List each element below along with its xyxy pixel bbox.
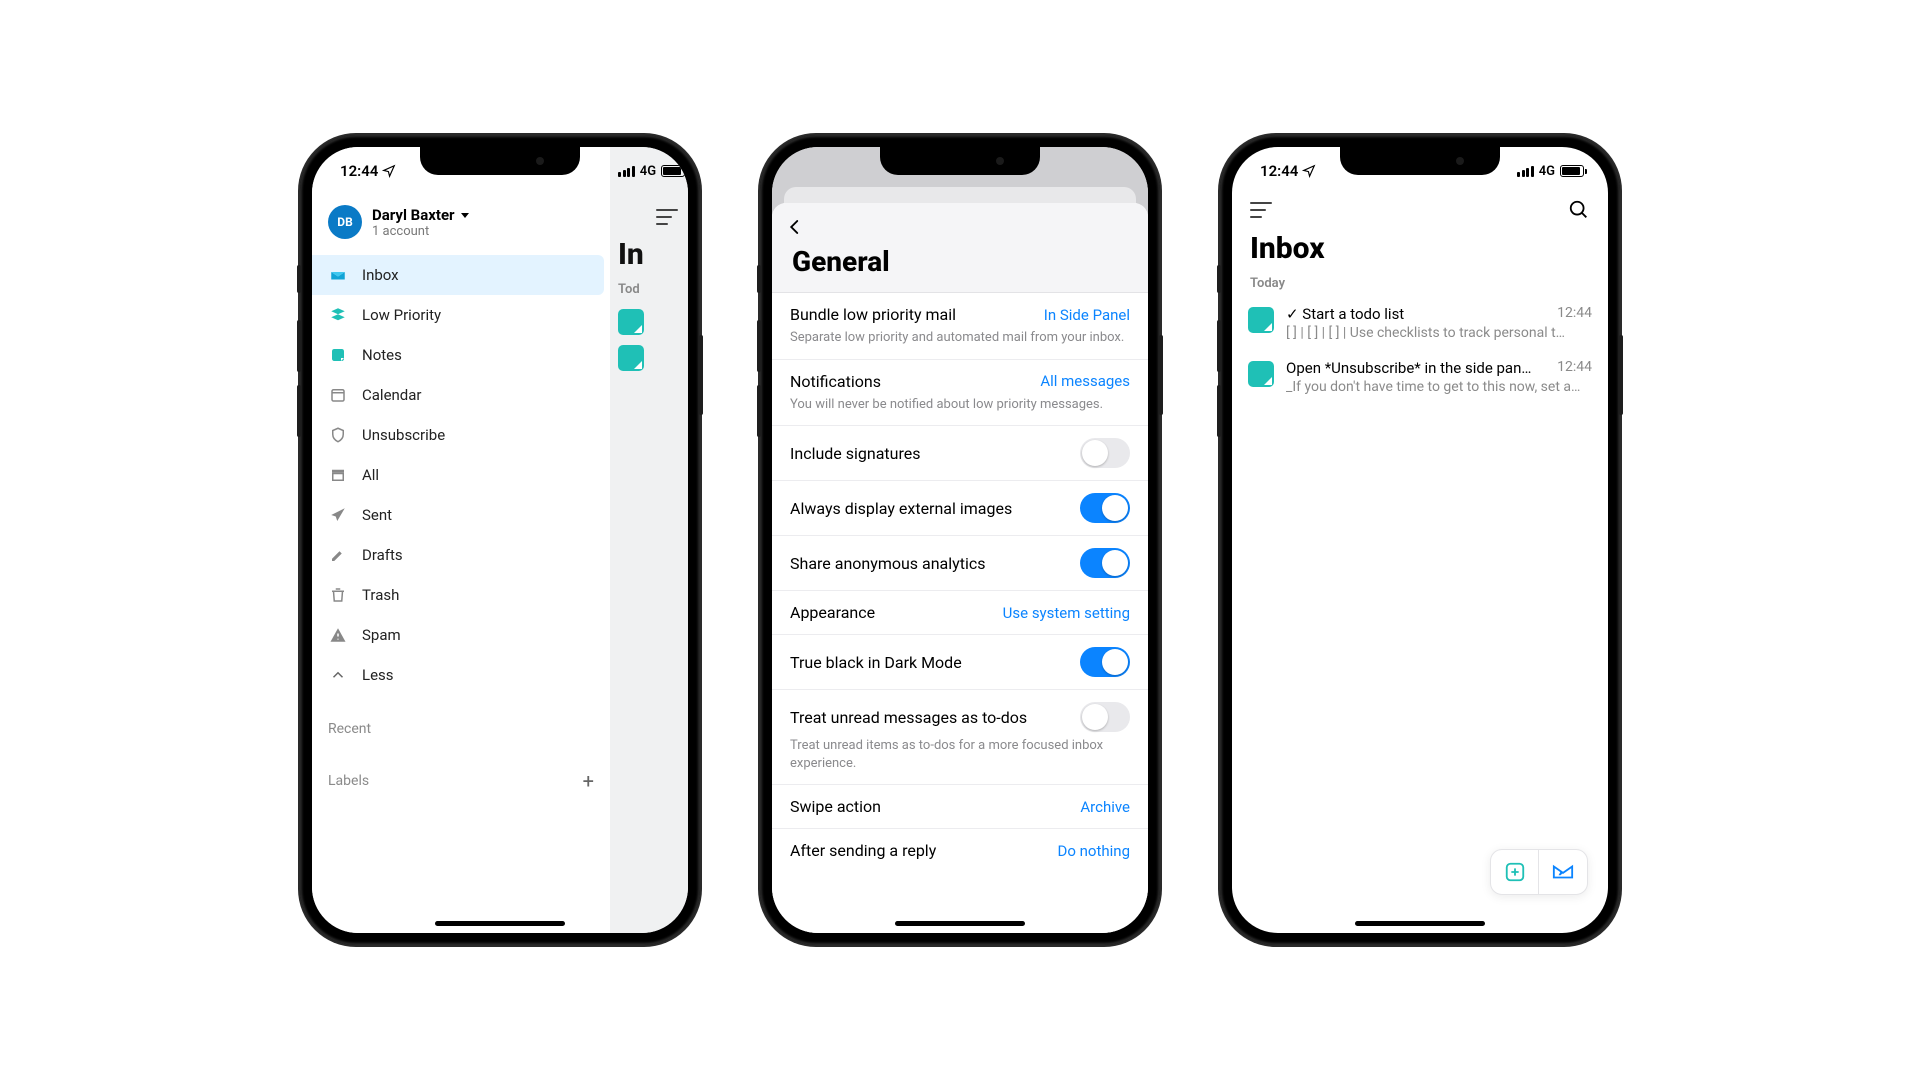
main-panel-peek: . 4G In Tod bbox=[610, 147, 688, 933]
new-note-button[interactable] bbox=[1491, 850, 1539, 894]
switch-unread-todos[interactable] bbox=[1080, 702, 1130, 732]
message-icon[interactable] bbox=[618, 309, 644, 335]
page-title: Inbox bbox=[1232, 229, 1608, 270]
location-icon bbox=[1302, 164, 1316, 178]
cell-appearance[interactable]: Appearance Use system setting bbox=[772, 591, 1148, 635]
note-icon bbox=[1248, 307, 1274, 333]
section-labels: Labels + bbox=[312, 763, 610, 799]
shield-icon bbox=[328, 425, 348, 445]
section-recent: Recent bbox=[312, 713, 610, 745]
calendar-icon bbox=[328, 385, 348, 405]
cell-after-reply[interactable]: After sending a reply Do nothing bbox=[772, 829, 1148, 872]
warning-icon bbox=[328, 625, 348, 645]
sidebar-item-all[interactable]: All bbox=[312, 455, 610, 495]
back-button[interactable] bbox=[786, 215, 804, 241]
status-time: 12:44 bbox=[340, 162, 378, 180]
status-time: 12:44 bbox=[1260, 162, 1298, 180]
cell-notifications[interactable]: Notifications All messages You will neve… bbox=[772, 360, 1148, 427]
location-icon bbox=[382, 164, 396, 178]
pencil-icon bbox=[328, 545, 348, 565]
cell-external-images: Always display external images bbox=[772, 481, 1148, 536]
search-icon[interactable] bbox=[1568, 199, 1590, 221]
message-row[interactable]: Open *Unsubscribe* in the side pan… 12:4… bbox=[1232, 351, 1608, 405]
sidebar-item-inbox[interactable]: Inbox bbox=[312, 255, 604, 295]
sidebar-item-notes[interactable]: Notes bbox=[312, 335, 610, 375]
account-header[interactable]: DB Daryl Baxter 1 account bbox=[312, 195, 610, 253]
note-icon bbox=[328, 345, 348, 365]
compose-fab bbox=[1490, 849, 1588, 895]
add-label-button[interactable]: + bbox=[583, 771, 594, 791]
section-today: Tod bbox=[610, 272, 688, 303]
sidebar-item-spam[interactable]: Spam bbox=[312, 615, 610, 655]
battery-icon bbox=[661, 165, 685, 177]
account-name: Daryl Baxter bbox=[372, 206, 455, 224]
phone-sidebar: 12:44 . DB Daryl Baxter 1 account bbox=[300, 135, 700, 945]
avatar: DB bbox=[328, 205, 362, 239]
cell-signatures: Include signatures bbox=[772, 426, 1148, 481]
switch-true-black[interactable] bbox=[1080, 647, 1130, 677]
compose-button[interactable] bbox=[1539, 850, 1587, 894]
sidebar-item-sent[interactable]: Sent bbox=[312, 495, 610, 535]
trash-icon bbox=[328, 585, 348, 605]
switch-external-images[interactable] bbox=[1080, 493, 1130, 523]
stack-icon bbox=[328, 305, 348, 325]
page-title: In bbox=[610, 231, 688, 272]
sidebar-item-drafts[interactable]: Drafts bbox=[312, 535, 610, 575]
network-label: 4G bbox=[1539, 164, 1555, 179]
phone-settings: General Bundle low priority mail In Side… bbox=[760, 135, 1160, 945]
archive-icon bbox=[328, 465, 348, 485]
menu-icon[interactable] bbox=[1250, 202, 1272, 218]
section-today: Today bbox=[1232, 270, 1608, 297]
sidebar-item-less[interactable]: Less bbox=[312, 655, 610, 695]
cell-true-black: True black in Dark Mode bbox=[772, 635, 1148, 690]
settings-title: General bbox=[772, 203, 1148, 292]
sidebar-item-low-priority[interactable]: Low Priority bbox=[312, 295, 610, 335]
sort-icon[interactable] bbox=[656, 209, 678, 225]
switch-analytics[interactable] bbox=[1080, 548, 1130, 578]
phone-inbox: 12:44 4G Inbox Today ✓ Start a todo list… bbox=[1220, 135, 1620, 945]
message-row[interactable]: ✓ Start a todo list 12:44 [ ] | [ ] | [ … bbox=[1232, 297, 1608, 351]
account-sub: 1 account bbox=[372, 224, 469, 239]
note-icon bbox=[1248, 361, 1274, 387]
message-icon[interactable] bbox=[618, 345, 644, 371]
chevron-up-icon bbox=[328, 665, 348, 685]
signal-icon bbox=[618, 166, 635, 177]
network-label: 4G bbox=[640, 164, 656, 179]
cell-analytics: Share anonymous analytics bbox=[772, 536, 1148, 591]
switch-signatures[interactable] bbox=[1080, 438, 1130, 468]
inbox-icon bbox=[328, 265, 348, 285]
signal-icon bbox=[1517, 166, 1534, 177]
cell-bundle[interactable]: Bundle low priority mail In Side Panel S… bbox=[772, 293, 1148, 360]
sidebar-item-trash[interactable]: Trash bbox=[312, 575, 610, 615]
sidebar-item-unsubscribe[interactable]: Unsubscribe bbox=[312, 415, 610, 455]
cell-swipe[interactable]: Swipe action Archive bbox=[772, 785, 1148, 829]
sidebar-item-calendar[interactable]: Calendar bbox=[312, 375, 610, 415]
cell-unread-todos: Treat unread messages as to-dos Treat un… bbox=[772, 690, 1148, 785]
sent-icon bbox=[328, 505, 348, 525]
battery-icon bbox=[1560, 165, 1584, 177]
chevron-down-icon bbox=[461, 213, 469, 218]
